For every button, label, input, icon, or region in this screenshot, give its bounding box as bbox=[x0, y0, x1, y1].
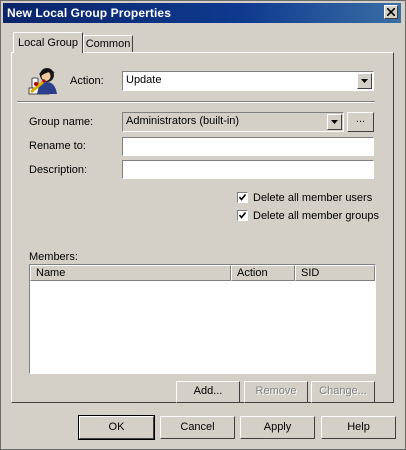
delete-member-users-label[interactable]: Delete all member users bbox=[253, 192, 372, 204]
remove-member-button[interactable]: Remove bbox=[244, 381, 308, 403]
browse-group-label: ... bbox=[355, 113, 366, 125]
action-dropdown-arrow[interactable] bbox=[357, 73, 372, 89]
action-value: Update bbox=[126, 74, 162, 86]
separator bbox=[17, 101, 375, 103]
add-member-label: Add... bbox=[193, 385, 223, 397]
delete-member-users-checkbox[interactable] bbox=[237, 192, 248, 203]
help-label: Help bbox=[347, 421, 370, 433]
members-list-header: Name Action SID bbox=[30, 265, 375, 281]
action-dropdown[interactable]: Update bbox=[122, 71, 374, 91]
description-label: Description: bbox=[29, 164, 88, 176]
apply-button[interactable]: Apply bbox=[240, 416, 315, 439]
tab-local-group[interactable]: Local Group bbox=[13, 32, 83, 53]
group-name-dropdown[interactable]: Administrators (built-in) bbox=[122, 112, 344, 132]
tab-local-group-label: Local Group bbox=[18, 37, 78, 49]
browse-group-button[interactable]: ... bbox=[347, 112, 374, 132]
apply-label: Apply bbox=[263, 421, 292, 433]
help-button[interactable]: Help bbox=[321, 416, 396, 439]
add-member-button[interactable]: Add... bbox=[176, 381, 240, 403]
delete-member-groups-checkbox[interactable] bbox=[237, 210, 248, 221]
title-bar[interactable]: New Local Group Properties bbox=[3, 3, 401, 23]
tab-common[interactable]: Common bbox=[83, 35, 133, 52]
rename-to-input[interactable] bbox=[122, 137, 374, 156]
column-header-sid[interactable]: SID bbox=[295, 265, 375, 281]
change-member-button[interactable]: Change... bbox=[311, 381, 375, 403]
group-name-value: Administrators (built-in) bbox=[126, 115, 240, 127]
group-users-icon bbox=[28, 68, 57, 95]
chevron-down-icon bbox=[361, 79, 368, 83]
members-list[interactable]: Name Action SID bbox=[29, 264, 376, 374]
ok-label: OK bbox=[108, 421, 125, 433]
tab-common-label: Common bbox=[85, 38, 131, 50]
group-name-dropdown-arrow[interactable] bbox=[327, 114, 342, 130]
remove-member-label: Remove bbox=[255, 385, 297, 397]
group-name-label: Group name: bbox=[29, 116, 94, 128]
column-header-name-label: Name bbox=[36, 267, 66, 279]
cancel-button[interactable]: Cancel bbox=[160, 416, 235, 439]
checkmark-icon bbox=[238, 194, 247, 201]
action-label: Action: bbox=[70, 75, 104, 87]
column-header-action[interactable]: Action bbox=[231, 265, 295, 281]
change-member-label: Change... bbox=[319, 385, 367, 397]
column-header-name[interactable]: Name bbox=[30, 265, 231, 281]
description-input[interactable] bbox=[122, 160, 374, 179]
rename-to-label: Rename to: bbox=[29, 140, 86, 152]
window-title: New Local Group Properties bbox=[7, 6, 171, 20]
close-icon bbox=[387, 8, 395, 16]
members-label: Members: bbox=[29, 251, 78, 263]
chevron-down-icon bbox=[331, 120, 338, 124]
column-header-action-label: Action bbox=[237, 267, 268, 279]
close-button[interactable] bbox=[384, 5, 398, 19]
delete-member-groups-label[interactable]: Delete all member groups bbox=[253, 210, 379, 222]
checkmark-icon bbox=[238, 212, 247, 219]
column-header-sid-label: SID bbox=[301, 267, 320, 279]
cancel-label: Cancel bbox=[180, 421, 215, 433]
ok-button[interactable]: OK bbox=[78, 415, 155, 440]
